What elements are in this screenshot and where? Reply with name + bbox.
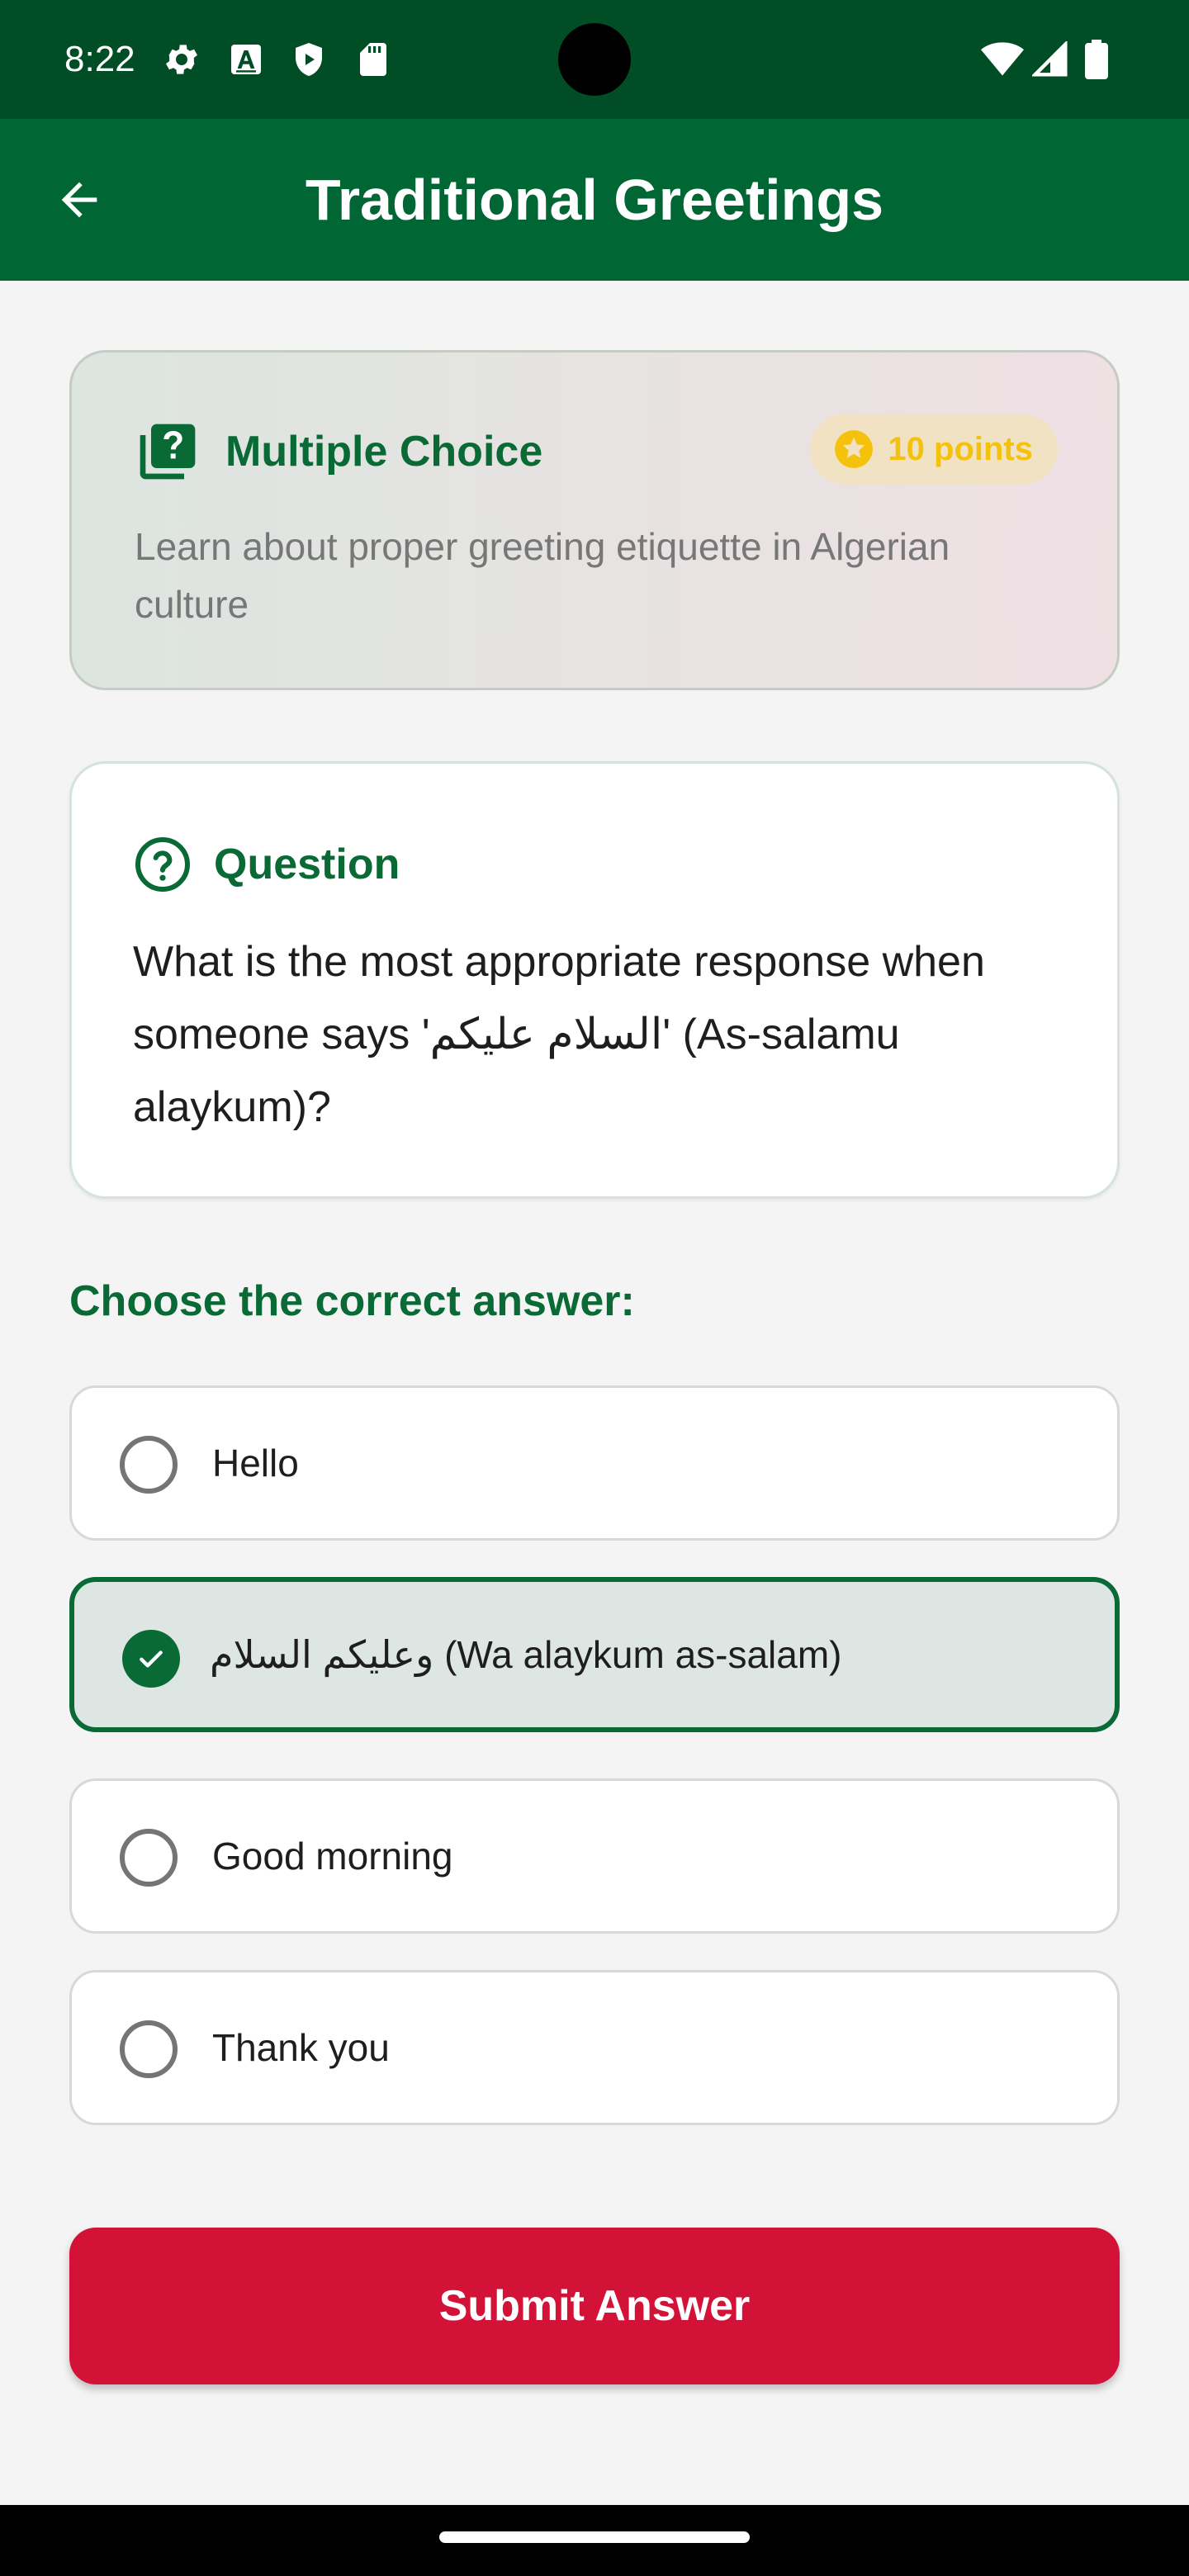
status-time: 8:22 (64, 39, 135, 79)
arrow-left-icon (61, 182, 97, 218)
font-a-icon (231, 45, 261, 74)
question-text: What is the most appropriate response wh… (133, 938, 985, 1131)
answer-option-wa-alaykum-as-salam[interactable]: وعليكم السلام (Wa alaykum as-salam) (69, 1577, 1120, 1732)
exercise-info-card: Multiple Choice 10 points Learn about pr… (69, 350, 1120, 690)
cellular-signal-icon (1032, 41, 1068, 77)
exercise-description: Learn about proper greeting etiquette in… (135, 525, 950, 626)
sd-card-icon (360, 43, 386, 76)
wifi-icon (981, 42, 1024, 76)
question-card: Question What is the most appropriate re… (69, 761, 1120, 1199)
app-bar: Traditional Greetings (0, 119, 1189, 281)
front-camera (558, 23, 631, 96)
answer-option-label: Hello (212, 1442, 299, 1485)
choose-answer-label: Choose the correct answer: (69, 1277, 635, 1325)
answer-option-label: Good morning (212, 1835, 453, 1878)
star-icon (835, 430, 874, 468)
gear-icon (166, 45, 197, 74)
radio-unchecked-icon[interactable] (120, 2020, 178, 2078)
shield-play-icon (296, 43, 322, 76)
help-circle-icon (135, 837, 190, 892)
answer-option-label: وعليكم السلام (Wa alaykum as-salam) (210, 1633, 842, 1676)
answer-option-good-morning[interactable]: Good morning (69, 1778, 1120, 1934)
exercise-type-label: Multiple Choice (225, 428, 543, 476)
radio-checked-icon[interactable] (122, 1630, 180, 1688)
quiz-icon (140, 424, 196, 480)
question-heading: Question (214, 841, 400, 888)
home-gesture-handle[interactable] (439, 2531, 750, 2543)
points-label: 10 points (888, 431, 1033, 467)
answer-option-label: Thank you (212, 2026, 390, 2069)
battery-icon (1085, 40, 1108, 79)
radio-unchecked-icon[interactable] (120, 1829, 178, 1887)
points-badge: 10 points (810, 414, 1058, 485)
status-bar: 8:22 (0, 0, 1189, 119)
radio-unchecked-icon[interactable] (120, 1436, 178, 1494)
page-title: Traditional Greetings (305, 168, 884, 232)
answer-option-hello[interactable]: Hello (69, 1385, 1120, 1541)
answer-option-thank-you[interactable]: Thank you (69, 1970, 1120, 2125)
submit-answer-button[interactable]: Submit Answer (69, 2228, 1120, 2384)
system-navigation-bar (0, 2505, 1189, 2576)
back-button[interactable] (40, 160, 119, 239)
checkmark-icon (140, 1650, 163, 1668)
